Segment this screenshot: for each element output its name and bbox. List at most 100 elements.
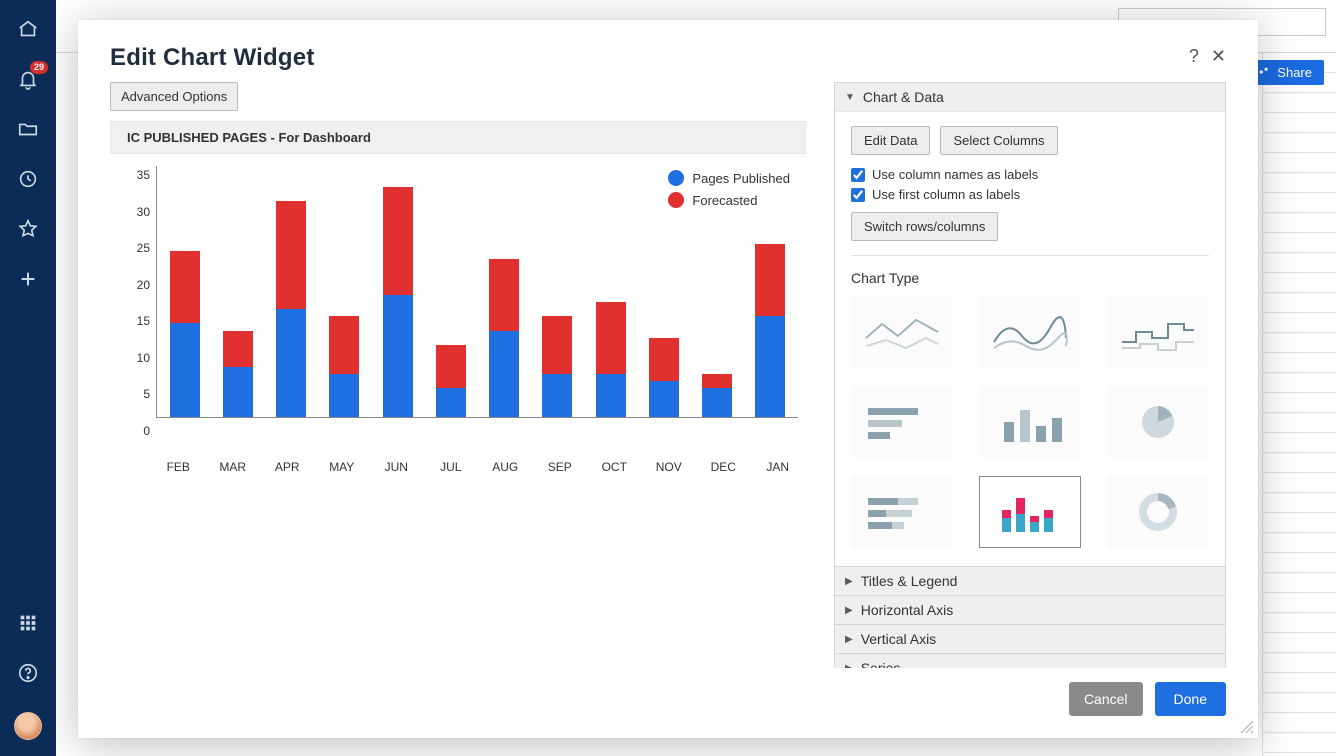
edit-data-button[interactable]: Edit Data xyxy=(851,126,930,155)
bar-segment-secondary xyxy=(276,201,306,309)
y-tick: 15 xyxy=(137,314,150,328)
legend-item-primary: Pages Published xyxy=(668,170,790,186)
chart-type-line[interactable] xyxy=(851,296,953,368)
accordion-header-vertical-axis[interactable]: ▶ Vertical Axis xyxy=(835,625,1225,653)
accordion-header-titles-legend[interactable]: ▶ Titles & Legend xyxy=(835,567,1225,595)
legend-label-primary: Pages Published xyxy=(692,171,790,186)
checkbox-column-names[interactable]: Use column names as labels xyxy=(851,167,1209,182)
chart-title: IC PUBLISHED PAGES - For Dashboard xyxy=(110,121,806,154)
close-icon[interactable]: ✕ xyxy=(1211,46,1226,67)
bar-segment-secondary xyxy=(329,316,359,374)
bar-column xyxy=(163,251,206,417)
accordion-header-series[interactable]: ▶ Series xyxy=(835,654,1225,668)
chevron-down-icon: ▼ xyxy=(845,92,855,103)
x-tick: FEB xyxy=(156,460,201,474)
x-tick: APR xyxy=(265,460,310,474)
bar-segment-primary xyxy=(436,388,466,417)
x-tick: MAR xyxy=(211,460,256,474)
chart-type-donut[interactable] xyxy=(1107,476,1209,548)
checkbox-input[interactable] xyxy=(851,168,865,182)
share-button-label: Share xyxy=(1277,65,1312,80)
x-tick: MAY xyxy=(320,460,365,474)
bar-segment-secondary xyxy=(383,187,413,295)
accordion-series: ▶ Series xyxy=(834,653,1226,668)
legend-item-secondary: Forecasted xyxy=(668,192,790,208)
chart-type-label: Chart Type xyxy=(851,270,1209,286)
bar-column xyxy=(642,338,685,417)
y-tick: 0 xyxy=(143,424,150,438)
chart-type-line-smooth[interactable] xyxy=(979,296,1081,368)
select-columns-button[interactable]: Select Columns xyxy=(940,126,1057,155)
accordion-horizontal-axis: ▶ Horizontal Axis xyxy=(834,595,1226,625)
bar-segment-primary xyxy=(542,374,572,417)
resize-handle-icon[interactable] xyxy=(1240,720,1254,734)
bar-segment-primary xyxy=(329,374,359,417)
edit-chart-widget-modal: Edit Chart Widget ? ✕ Advanced Options I… xyxy=(78,20,1258,738)
y-tick: 30 xyxy=(137,205,150,219)
accordion-header-horizontal-axis[interactable]: ▶ Horizontal Axis xyxy=(835,596,1225,624)
y-tick: 5 xyxy=(143,387,150,401)
bar-segment-secondary xyxy=(755,244,785,316)
home-icon[interactable] xyxy=(17,18,39,40)
y-tick: 20 xyxy=(137,278,150,292)
checkbox-first-column[interactable]: Use first column as labels xyxy=(851,187,1209,202)
star-icon[interactable] xyxy=(17,218,39,240)
notification-icon[interactable]: 29 xyxy=(17,68,39,90)
cancel-button[interactable]: Cancel xyxy=(1069,682,1143,716)
y-axis: 35302520151050 xyxy=(110,166,156,454)
accordion-label: Vertical Axis xyxy=(861,631,936,647)
x-axis-labels: FEBMARAPRMAYJUNJULAUGSEPOCTNOVDECJAN xyxy=(110,454,806,474)
modal-title: Edit Chart Widget xyxy=(110,44,315,72)
avatar[interactable] xyxy=(14,712,42,740)
bar-segment-secondary xyxy=(596,302,626,374)
x-tick: JUL xyxy=(429,460,474,474)
create-icon[interactable] xyxy=(17,268,39,290)
bar-segment-secondary xyxy=(702,374,732,388)
bar-segment-secondary xyxy=(649,338,679,381)
bar-column xyxy=(323,316,366,417)
accordion-header-chart-data[interactable]: ▼ Chart & Data xyxy=(835,83,1225,111)
done-button[interactable]: Done xyxy=(1155,682,1226,716)
chart-type-step[interactable] xyxy=(1107,296,1209,368)
chart-type-bar-vertical[interactable] xyxy=(979,386,1081,458)
accordion-label: Series xyxy=(861,660,901,668)
bar-column xyxy=(696,374,739,417)
bar-column xyxy=(270,201,313,417)
chevron-right-icon: ▶ xyxy=(845,634,853,645)
bar-segment-primary xyxy=(276,309,306,417)
chart-type-bar-vertical-stacked[interactable] xyxy=(979,476,1081,548)
accordion-label: Horizontal Axis xyxy=(861,602,954,618)
bar-column xyxy=(216,331,259,417)
bar-segment-secondary xyxy=(223,331,253,367)
checkbox-input[interactable] xyxy=(851,188,865,202)
switch-rows-columns-button[interactable]: Switch rows/columns xyxy=(851,212,998,241)
x-tick: NOV xyxy=(647,460,692,474)
x-tick: DEC xyxy=(701,460,746,474)
bar-segment-primary xyxy=(755,316,785,417)
accordion-titles-legend: ▶ Titles & Legend xyxy=(834,566,1226,596)
modal-help-icon[interactable]: ? xyxy=(1189,46,1199,67)
bar-segment-secondary xyxy=(436,345,466,388)
legend: Pages Published Forecasted xyxy=(668,170,790,214)
bar-segment-primary xyxy=(596,374,626,417)
bar-column xyxy=(749,244,792,417)
y-tick: 35 xyxy=(137,168,150,182)
y-tick: 25 xyxy=(137,241,150,255)
help-icon[interactable] xyxy=(17,662,39,684)
folder-icon[interactable] xyxy=(17,118,39,140)
x-tick: SEP xyxy=(538,460,583,474)
bar-column xyxy=(429,345,472,417)
plot-area: Pages Published Forecasted xyxy=(156,166,798,418)
bar-segment-secondary xyxy=(170,251,200,323)
chart-type-bar-horizontal[interactable] xyxy=(851,386,953,458)
chart-type-pie[interactable] xyxy=(1107,386,1209,458)
bar-segment-primary xyxy=(702,388,732,417)
advanced-options-button[interactable]: Advanced Options xyxy=(110,82,238,111)
apps-icon[interactable] xyxy=(17,612,39,634)
recent-icon[interactable] xyxy=(17,168,39,190)
accordion-vertical-axis: ▶ Vertical Axis xyxy=(834,624,1226,654)
bar-column xyxy=(376,187,419,417)
chart-type-bar-horizontal-stacked[interactable] xyxy=(851,476,953,548)
bar-column xyxy=(589,302,632,417)
legend-swatch-icon xyxy=(668,170,684,186)
